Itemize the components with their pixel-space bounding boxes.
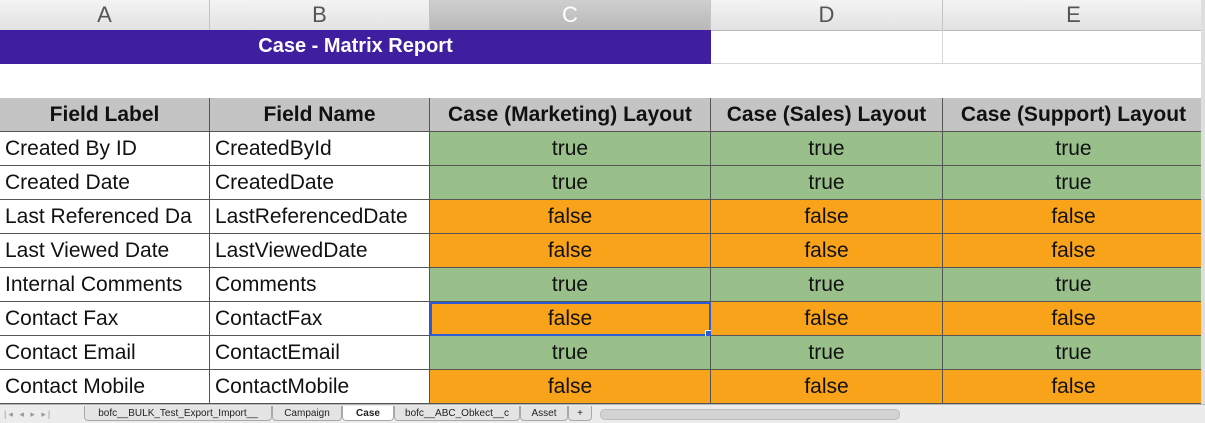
support-layout-cell[interactable]: true <box>943 336 1205 370</box>
field-name-cell[interactable]: LastReferencedDate <box>210 200 430 234</box>
table-header-row: Field Label Field Name Case (Marketing) … <box>0 98 1205 132</box>
field-name-cell[interactable]: Comments <box>210 268 430 302</box>
horizontal-scrollbar[interactable] <box>600 409 900 420</box>
field-name-cell[interactable]: ContactFax <box>210 302 430 336</box>
support-layout-cell[interactable]: true <box>943 166 1205 200</box>
sales-layout-cell[interactable]: true <box>711 132 943 166</box>
sales-layout-cell[interactable]: true <box>711 336 943 370</box>
title-row: Case - Matrix Report <box>0 30 1205 64</box>
field-name-cell[interactable]: ContactEmail <box>210 336 430 370</box>
sheet-tab-bar: |◂ ◂ ▸ ▸| bofc__BULK_Test_Export_Import_… <box>0 404 1205 423</box>
header-field-name[interactable]: Field Name <box>210 98 430 132</box>
column-header-a[interactable]: A <box>0 0 210 30</box>
sheet-tab-case[interactable]: Case <box>342 406 394 421</box>
support-layout-cell[interactable]: false <box>943 234 1205 268</box>
sales-layout-cell[interactable]: true <box>711 166 943 200</box>
support-layout-cell[interactable]: true <box>943 268 1205 302</box>
support-layout-cell[interactable]: false <box>943 302 1205 336</box>
column-header-c[interactable]: C <box>430 0 711 30</box>
field-label-cell[interactable]: Created Date <box>0 166 210 200</box>
support-layout-cell[interactable]: false <box>943 370 1205 404</box>
sales-layout-cell[interactable]: true <box>711 268 943 302</box>
column-header-b[interactable]: B <box>210 0 430 30</box>
table-row: Created By ID CreatedById true true true <box>0 132 1205 166</box>
sheet-tab-campaign[interactable]: Campaign <box>272 406 342 421</box>
marketing-layout-cell[interactable]: false <box>430 200 711 234</box>
vertical-edge <box>1201 0 1205 404</box>
table-row: Created Date CreatedDate true true true <box>0 166 1205 200</box>
header-sales-layout[interactable]: Case (Sales) Layout <box>711 98 943 132</box>
marketing-layout-cell[interactable]: true <box>430 132 711 166</box>
sales-layout-cell[interactable]: false <box>711 234 943 268</box>
table-row: Contact Email ContactEmail true true true <box>0 336 1205 370</box>
field-label-cell[interactable]: Internal Comments <box>0 268 210 302</box>
marketing-layout-cell[interactable]: false <box>430 370 711 404</box>
marketing-layout-cell[interactable]: false <box>430 234 711 268</box>
sales-layout-cell[interactable]: false <box>711 370 943 404</box>
field-label-cell[interactable]: Contact Fax <box>0 302 210 336</box>
support-layout-cell[interactable]: true <box>943 132 1205 166</box>
header-field-label[interactable]: Field Label <box>0 98 210 132</box>
marketing-layout-cell[interactable]: false <box>430 302 713 338</box>
empty-cell-d1[interactable] <box>711 30 943 64</box>
header-support-layout[interactable]: Case (Support) Layout <box>943 98 1205 132</box>
column-header-e[interactable]: E <box>943 0 1205 30</box>
table-row: Contact Fax ContactFax false false false <box>0 302 1205 338</box>
sheet-nav-arrows-icon[interactable]: |◂ ◂ ▸ ▸| <box>4 407 74 421</box>
sales-layout-cell[interactable]: false <box>711 302 943 336</box>
sheet-tab-bulk-export[interactable]: bofc__BULK_Test_Export_Import__ <box>84 406 272 421</box>
spreadsheet: A B C D E Case - Matrix Report Field Lab… <box>0 0 1205 404</box>
header-marketing-layout[interactable]: Case (Marketing) Layout <box>430 98 711 132</box>
sheet-tab-abc-object[interactable]: bofc__ABC_Obkect__c <box>394 406 520 421</box>
add-sheet-button[interactable]: + <box>568 406 592 421</box>
table-row: Internal Comments Comments true true true <box>0 268 1205 302</box>
field-label-cell[interactable]: Last Viewed Date <box>0 234 210 268</box>
report-title-cell[interactable]: Case - Matrix Report <box>0 30 711 64</box>
empty-row[interactable] <box>0 64 1205 99</box>
field-label-cell[interactable]: Last Referenced Da <box>0 200 210 234</box>
table-row: Last Viewed Date LastViewedDate false false… <box>0 234 1205 268</box>
marketing-layout-cell[interactable]: true <box>430 268 711 302</box>
field-label-cell[interactable]: Contact Email <box>0 336 210 370</box>
marketing-layout-cell[interactable]: true <box>430 166 711 200</box>
empty-cell-e1[interactable] <box>943 30 1205 64</box>
field-label-cell[interactable]: Contact Mobile <box>0 370 210 404</box>
table-row: Last Referenced Da LastReferencedDate fals… <box>0 200 1205 234</box>
field-name-cell[interactable]: LastViewedDate <box>210 234 430 268</box>
field-label-cell[interactable]: Created By ID <box>0 132 210 166</box>
column-header-bar: A B C D E <box>0 0 1205 31</box>
field-name-cell[interactable]: CreatedDate <box>210 166 430 200</box>
marketing-layout-cell[interactable]: true <box>430 336 711 370</box>
field-name-cell[interactable]: ContactMobile <box>210 370 430 404</box>
field-name-cell[interactable]: CreatedById <box>210 132 430 166</box>
support-layout-cell[interactable]: false <box>943 200 1205 234</box>
sheet-tab-asset[interactable]: Asset <box>520 406 568 421</box>
table-row: Contact Mobile ContactMobile false false fal… <box>0 370 1205 404</box>
sales-layout-cell[interactable]: false <box>711 200 943 234</box>
column-header-d[interactable]: D <box>711 0 943 30</box>
